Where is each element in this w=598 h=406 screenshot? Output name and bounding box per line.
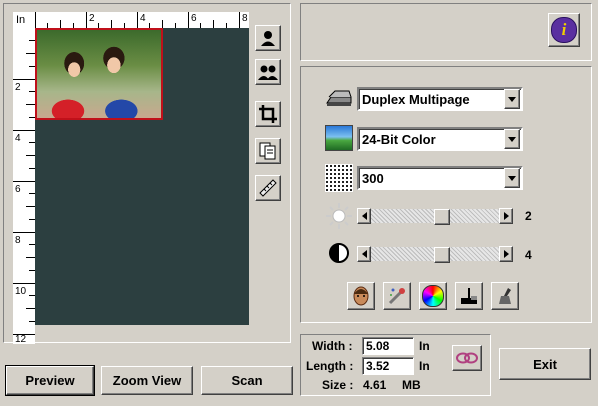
- ruler-button[interactable]: [255, 175, 281, 201]
- auto-adjust-button[interactable]: [347, 282, 375, 310]
- top-ruler: 2 4 6 8: [35, 12, 249, 28]
- image-type-value: 24-Bit Color: [362, 131, 436, 147]
- ruler-left-label: 6: [15, 184, 21, 195]
- group-select-icon: [258, 65, 278, 80]
- info-icon: i: [551, 17, 577, 43]
- brightness-increase-button[interactable]: [499, 208, 513, 224]
- contrast-value: 4: [525, 248, 532, 262]
- color-balance-icon: [422, 285, 444, 307]
- contrast-icon: [328, 242, 350, 264]
- preview-scan-area[interactable]: [35, 28, 249, 325]
- resolution-icon: [325, 164, 353, 192]
- length-field[interactable]: 3.52: [362, 357, 414, 375]
- descreen-button[interactable]: [383, 282, 411, 310]
- chevron-down-icon[interactable]: [504, 168, 520, 188]
- ruler-top-label: 4: [140, 13, 146, 24]
- multi-page-icon: [259, 142, 276, 160]
- shadow-highlight-button[interactable]: [455, 282, 483, 310]
- multi-page-button[interactable]: [255, 138, 281, 164]
- portrait-select-button[interactable]: [255, 25, 281, 51]
- chevron-down-icon[interactable]: [504, 89, 520, 109]
- ruler-left-label: 10: [15, 286, 27, 297]
- preview-image-selection[interactable]: [35, 28, 163, 120]
- brightness-value: 2: [525, 209, 532, 223]
- ruler-top-label: 8: [242, 13, 248, 24]
- crop-button[interactable]: [255, 101, 281, 127]
- ruler-left-label: 2: [15, 82, 21, 93]
- auto-adjust-icon: [353, 286, 369, 306]
- width-unit: In: [419, 339, 430, 353]
- resolution-select[interactable]: 300: [357, 166, 523, 190]
- ruler-left-label: 12: [15, 334, 27, 345]
- scan-mode-select[interactable]: Duplex Multipage: [357, 87, 523, 111]
- link-icon: [456, 352, 478, 364]
- group-select-button[interactable]: [255, 59, 281, 85]
- ruler-top-label: 6: [191, 13, 197, 24]
- shadow-highlight-icon: [461, 288, 477, 304]
- resolution-value: 300: [362, 170, 384, 186]
- image-type-select[interactable]: 24-Bit Color: [357, 127, 523, 151]
- contrast-track[interactable]: [371, 247, 499, 263]
- brightness-thumb[interactable]: [434, 209, 450, 225]
- ruler-unit-label: In: [16, 14, 26, 26]
- chevron-down-icon[interactable]: [504, 129, 520, 149]
- exit-button[interactable]: Exit: [499, 348, 591, 380]
- ruler-icon: [259, 179, 277, 197]
- brightness-decrease-button[interactable]: [357, 208, 371, 224]
- crop-icon: [259, 105, 277, 123]
- color-balance-button[interactable]: [419, 282, 447, 310]
- scan-button[interactable]: Scan: [201, 366, 293, 395]
- ruler-corner: In: [13, 12, 35, 28]
- color-dropper-button[interactable]: [491, 282, 519, 310]
- scan-mode-value: Duplex Multipage: [362, 91, 470, 107]
- size-unit: MB: [402, 378, 421, 392]
- ruler-top-label: 2: [89, 13, 95, 24]
- width-field[interactable]: 5.08: [362, 337, 414, 355]
- zoom-view-button[interactable]: Zoom View: [101, 366, 193, 395]
- length-label: Length :: [306, 359, 354, 373]
- brightness-icon: [325, 202, 353, 230]
- left-ruler: 2 4 6 8 10 12: [13, 28, 35, 344]
- length-unit: In: [419, 359, 430, 373]
- descreen-icon: [388, 288, 405, 305]
- size-label: Size :: [322, 378, 354, 392]
- brightness-track[interactable]: [371, 209, 499, 225]
- size-value: 4.61: [363, 378, 387, 392]
- info-button[interactable]: i: [548, 13, 580, 47]
- preview-button[interactable]: Preview: [5, 365, 95, 396]
- link-aspect-button[interactable]: [452, 345, 482, 371]
- width-label: Width :: [312, 339, 353, 353]
- contrast-thumb[interactable]: [434, 247, 450, 263]
- contrast-slider[interactable]: [357, 246, 513, 263]
- contrast-decrease-button[interactable]: [357, 246, 371, 262]
- contrast-increase-button[interactable]: [499, 246, 513, 262]
- color-dropper-icon: [499, 288, 511, 304]
- image-type-icon: [325, 125, 353, 151]
- portrait-select-icon: [261, 31, 275, 46]
- ruler-left-label: 8: [15, 235, 21, 246]
- ruler-left-label: 4: [15, 133, 21, 144]
- scanner-icon: [325, 87, 353, 109]
- brightness-slider[interactable]: [357, 208, 513, 225]
